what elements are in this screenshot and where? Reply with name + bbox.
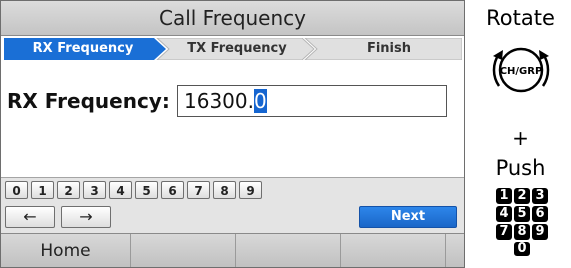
softkey-2[interactable] — [131, 234, 236, 267]
knob-label: CH/GRP — [500, 66, 543, 77]
push-key-9: 9 — [532, 224, 548, 240]
softkey-bar: Home — [1, 233, 464, 267]
softkey-4[interactable] — [341, 234, 446, 267]
key-5[interactable]: 5 — [135, 181, 158, 199]
step-tx-frequency: TX Frequency — [164, 38, 310, 60]
rotate-label: Rotate — [486, 6, 555, 30]
push-key-3: 3 — [532, 188, 548, 204]
push-key-1: 1 — [496, 188, 512, 204]
push-key-2: 2 — [514, 188, 530, 204]
key-8[interactable]: 8 — [213, 181, 236, 199]
rx-frequency-input[interactable]: 16300.0 — [177, 85, 447, 117]
key-1[interactable]: 1 — [31, 181, 54, 199]
step-finish-label: Finish — [366, 41, 412, 56]
key-2[interactable]: 2 — [57, 181, 80, 199]
window-title: Call Frequency — [1, 1, 464, 36]
rotate-arrowhead-right — [539, 50, 549, 60]
right-arrow-icon: → — [79, 207, 93, 226]
push-key-4: 4 — [496, 206, 512, 222]
step-finish: Finish — [316, 38, 462, 60]
input-cursor-digit: 0 — [253, 89, 267, 113]
key-9[interactable]: 9 — [239, 181, 262, 199]
rotate-arrow-right — [541, 53, 550, 87]
wizard-steps: RX Frequency TX Frequency Finish — [4, 38, 462, 60]
key-4[interactable]: 4 — [109, 181, 132, 199]
input-value: 16300. — [184, 89, 254, 113]
key-7[interactable]: 7 — [187, 181, 210, 199]
right-arrow-button[interactable]: → — [61, 206, 111, 228]
rotate-arrowhead-left — [493, 50, 503, 60]
key-6[interactable]: 6 — [161, 181, 184, 199]
radio-display: Call Frequency RX Frequency TX Frequency… — [0, 0, 465, 268]
step-tx-label: TX Frequency — [187, 41, 287, 56]
step-rx-frequency: RX Frequency — [4, 38, 162, 60]
next-button[interactable]: Next — [359, 206, 457, 228]
soft-keypad: 0 1 2 3 4 5 6 7 8 9 ← → Next — [1, 177, 464, 234]
softkey-home[interactable]: Home — [1, 234, 131, 267]
push-key-7: 7 — [496, 224, 512, 240]
push-key-5: 5 — [514, 206, 530, 222]
push-label: Push — [495, 156, 546, 180]
softkey-3[interactable] — [236, 234, 341, 267]
key-0[interactable]: 0 — [5, 181, 28, 199]
rx-frequency-label: RX Frequency: — [7, 89, 170, 113]
push-key-6: 6 — [532, 206, 548, 222]
key-3[interactable]: 3 — [83, 181, 106, 199]
push-key-0: 0 — [514, 242, 530, 256]
rotate-arrow-left — [492, 53, 501, 87]
plus-sign: + — [512, 126, 529, 150]
left-arrow-button[interactable]: ← — [5, 206, 55, 228]
rotary-knob-icon: CH/GRP — [492, 47, 550, 93]
step-rx-label: RX Frequency — [32, 41, 134, 56]
left-arrow-icon: ← — [23, 207, 37, 226]
control-instructions: Rotate CH/GRP + Push 1 2 3 4 5 6 7 8 9 0 — [470, 0, 571, 268]
push-key-8: 8 — [514, 224, 530, 240]
